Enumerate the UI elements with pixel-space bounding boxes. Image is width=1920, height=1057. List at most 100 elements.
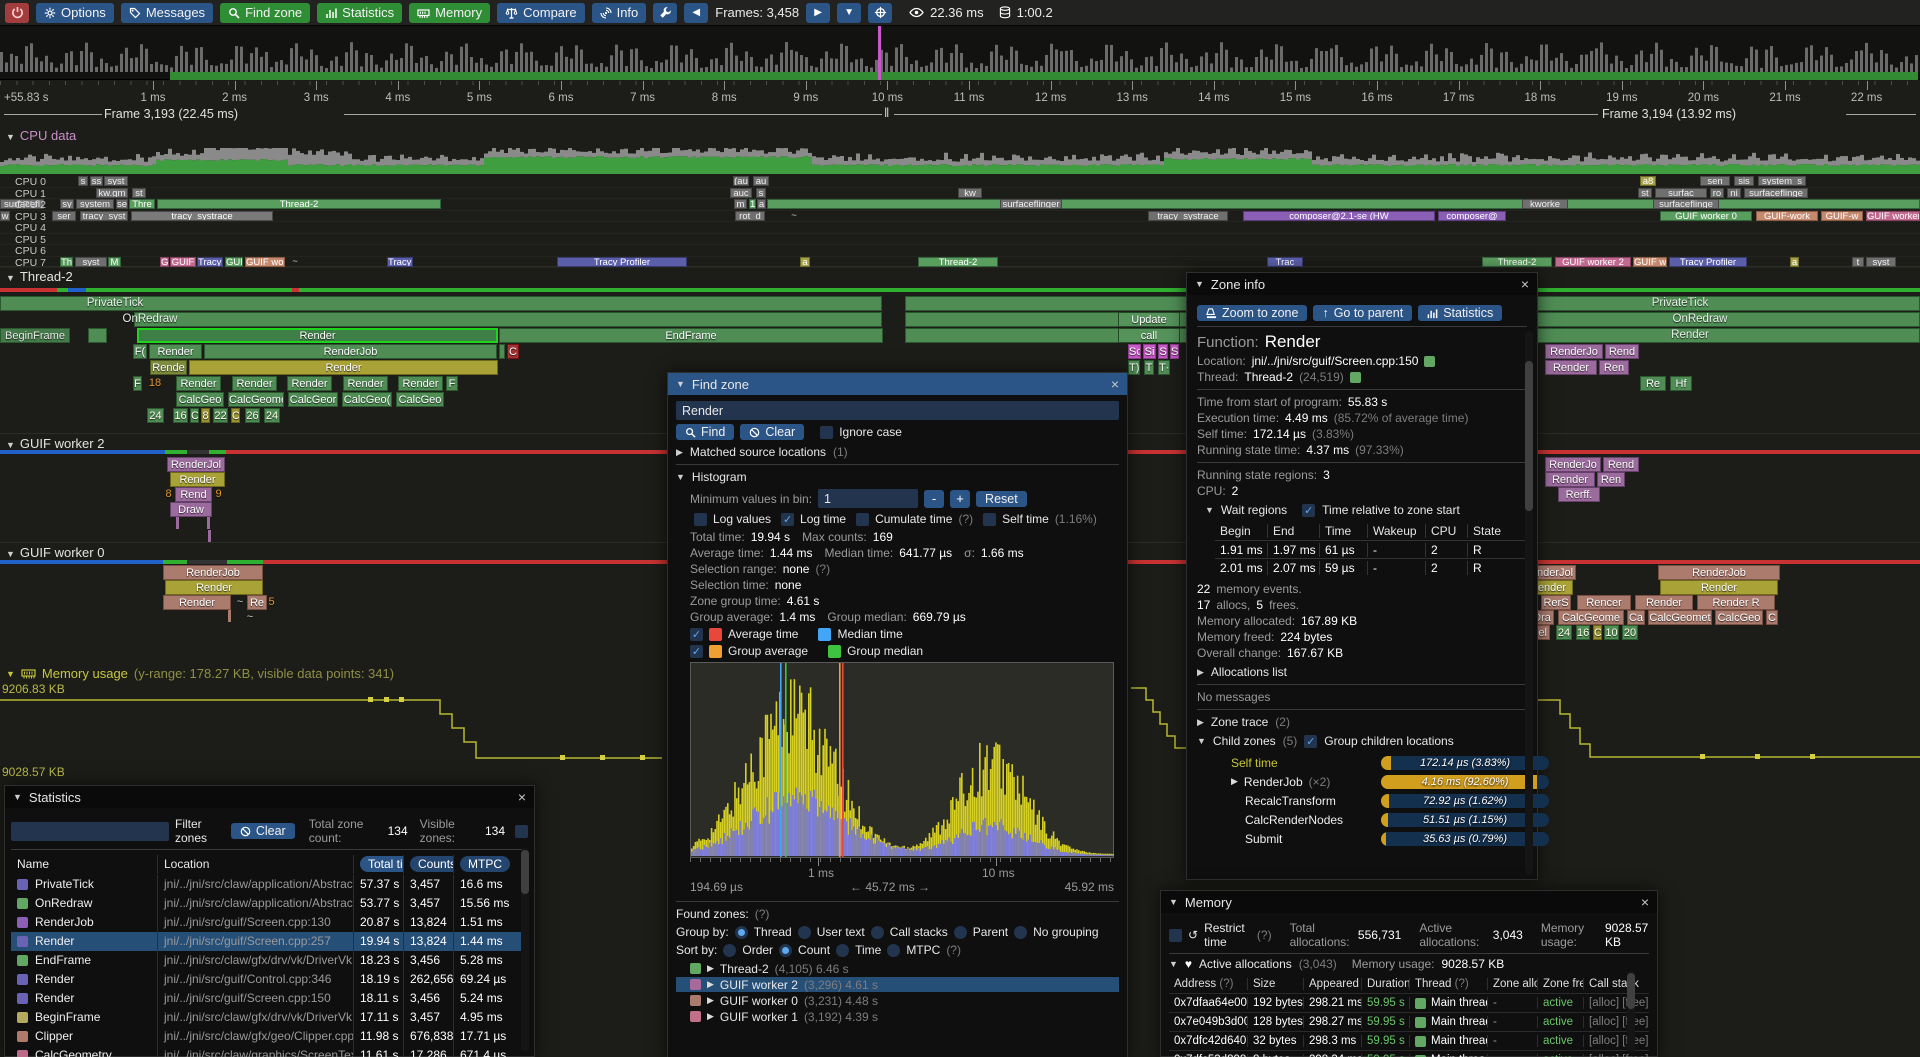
timeline-zone[interactable]: RenderJob (1658, 565, 1780, 580)
timeline-zone[interactable]: Render (1660, 580, 1778, 595)
timeline-zone[interactable]: CalcGeome (1558, 610, 1624, 625)
wait-col-header[interactable]: State (1467, 524, 1507, 538)
timeline-zone[interactable]: Rend (1603, 457, 1639, 472)
wait-table-row[interactable]: 2.01 ms2.07 ms59 µs-2R (1215, 558, 1527, 576)
timeline-zone[interactable]: 24 (1556, 625, 1572, 640)
cpu-zone[interactable]: a (800, 257, 810, 267)
cpu-zone[interactable]: ss (90, 176, 103, 186)
timeline-zone[interactable]: 18 (143, 376, 167, 391)
sort-by-option-count[interactable] (779, 944, 792, 957)
timeline-zone[interactable]: Rencer (1577, 595, 1631, 610)
timeline-zone[interactable]: Render (137, 328, 498, 343)
timeline-zone[interactable]: Draw (170, 502, 212, 517)
thread-section-header[interactable]: ▼GUIF worker 2 (6, 436, 104, 451)
power-button[interactable] (5, 3, 29, 23)
timeline-zone[interactable]: CalcGeo( (342, 392, 392, 407)
statistics-row[interactable]: PrivateTickjni/../jni/src/claw/applicati… (11, 875, 528, 894)
go-to-parent-button[interactable]: ↑Go to parent (1313, 305, 1412, 321)
expand-icon[interactable]: ▶ (1231, 776, 1238, 787)
timeline-zone[interactable]: 26 (245, 408, 260, 423)
cpu-zone[interactable]: Tracy ( (197, 257, 223, 267)
frame-overview-strip[interactable] (0, 26, 1920, 80)
timeline-zone[interactable]: C (231, 408, 240, 423)
allocation-row[interactable]: 0x7dfc42d64032 bytes298.3 ms59.95 sMain … (1169, 1031, 1649, 1050)
timeline-zone[interactable]: Render (170, 472, 225, 487)
statistics-row[interactable]: Clipperjni/../jni/src/claw/gfx/geo/Clipp… (11, 1027, 528, 1046)
timeline-zone[interactable]: 24 (264, 408, 280, 423)
goto-frame-button[interactable] (868, 3, 892, 23)
cpu-zone[interactable]: tracy_syst (80, 211, 128, 221)
timeline-zone[interactable]: CalcGeor (288, 392, 338, 407)
memory-usage-section[interactable]: ▼ Memory usage (y-range: 178.27 KB, visi… (6, 666, 394, 681)
timeline-zone[interactable]: ~ (242, 610, 258, 625)
child-time-bar[interactable]: 72.92 µs (1.62%) (1381, 794, 1549, 808)
child-zone-row[interactable]: RecalcTransform72.92 µs (1.62%) (1211, 791, 1527, 810)
memory-col-header[interactable]: Appeared at (1303, 978, 1361, 990)
legend-checkbox[interactable]: ✓ (690, 628, 703, 641)
sort-by-option-time[interactable] (836, 944, 849, 957)
statistics-row[interactable]: Renderjni/../jni/src/guif/Screen.cpp:150… (11, 989, 528, 1008)
timeline-zone[interactable]: Render (163, 595, 231, 610)
cpu-zone[interactable]: GUIF wor (245, 257, 285, 267)
timeline-zone[interactable]: Hf (1670, 376, 1692, 391)
timeline-zone[interactable]: Re (1640, 376, 1666, 391)
timeline-zone[interactable]: Render (1630, 328, 1750, 343)
wait-table-row[interactable]: 1.91 ms1.97 ms61 µs-2R (1215, 540, 1527, 558)
cpu-zone[interactable]: a (1790, 257, 1799, 267)
timeline-zone[interactable]: 10 (1604, 625, 1619, 640)
timeline-zone[interactable]: Render (287, 376, 332, 391)
timeline-zone[interactable]: RenderJo (1545, 457, 1601, 472)
timeline-zone[interactable] (499, 344, 505, 359)
timeline-zone[interactable]: Render (232, 376, 277, 391)
timeline-zone[interactable]: T· (1158, 360, 1170, 375)
cpu-zone[interactable]: composer@2.1-se (HW (1243, 211, 1435, 221)
time-relative-checkbox[interactable]: ✓ (1302, 504, 1315, 517)
found-zone-group[interactable]: ▶GUIF worker 0(3,231) 4.48 s (676, 993, 1119, 1008)
wait-regions-section[interactable]: ▼ Wait regions ✓ Time relative to zone s… (1205, 503, 1527, 517)
cumulate-time-checkbox[interactable] (856, 513, 869, 526)
ignore-case-checkbox[interactable] (820, 426, 833, 439)
cpu-zone[interactable]: GUIF worker 0 (1660, 211, 1752, 221)
group-by-option-user-text[interactable] (798, 926, 811, 939)
timeline-zone[interactable]: Render (1545, 360, 1597, 375)
histogram-section[interactable]: ▼ Histogram (676, 470, 1119, 484)
wait-col-header[interactable]: End (1267, 524, 1319, 538)
timeline-zone[interactable]: Rende (150, 360, 187, 375)
cpu-zone[interactable]: st (1638, 188, 1652, 198)
timeline-zone[interactable]: EndFrame (499, 328, 883, 343)
timeline-zone[interactable]: Re (247, 595, 267, 610)
cpu-zone[interactable]: Thread-2 (157, 199, 441, 209)
timeline-zone[interactable]: ~ (235, 595, 245, 610)
sort-by-option-order[interactable] (723, 944, 736, 957)
cpu-zone[interactable]: composer@ (1438, 211, 1506, 221)
statistics-row[interactable]: RenderJobjni/../jni/src/guif/Screen.cpp:… (11, 913, 528, 932)
cpu-zone[interactable]: Trac (1267, 257, 1303, 267)
cpu-zone[interactable]: rot_d (735, 211, 765, 221)
filter-zones-input[interactable] (11, 822, 169, 841)
scrollbar-thumb[interactable] (1627, 973, 1635, 1009)
col-total-time[interactable]: Total tim (353, 855, 403, 874)
cpu-zone[interactable]: syst (75, 257, 107, 267)
timeline-zone[interactable]: RenderJob (204, 344, 497, 359)
cpu-zone[interactable]: system (76, 199, 114, 209)
child-zone-row[interactable]: ▶RenderJob(×2)4.16 ms (92.60%) (1211, 772, 1527, 791)
timeline-zone[interactable]: Sc (1128, 344, 1141, 359)
group-by-option-parent[interactable] (954, 926, 967, 939)
timeline-zone[interactable]: 16 (173, 408, 188, 423)
thread-section-header[interactable]: ▼Thread-2 (6, 269, 73, 284)
allocation-row[interactable]: 0x7dfaa64e00192 bytes298.21 ms59.95 sMai… (1169, 993, 1649, 1012)
cpu-zone[interactable]: surfaceflinge (1653, 199, 1719, 209)
cpu-zone[interactable]: ~ (290, 257, 300, 267)
alloc-frame[interactable]: [alloc] (1589, 1035, 1622, 1047)
child-zone-row[interactable]: Submit35.63 µs (0.79%) (1211, 829, 1527, 848)
timeline-zone[interactable]: F (133, 376, 142, 391)
min-values-input[interactable] (818, 489, 918, 508)
timeline-zone[interactable]: CalcGeo (396, 392, 444, 407)
cpu-zone[interactable]: G (160, 257, 169, 267)
decrement-button[interactable]: - (924, 490, 944, 508)
legend-checkbox[interactable]: ✓ (690, 645, 703, 658)
close-icon[interactable]: × (1521, 277, 1529, 291)
timeline-zone[interactable]: RenderJol (167, 457, 225, 472)
timeline-zone[interactable] (176, 517, 179, 529)
timeline-zone[interactable]: 22 (213, 408, 228, 423)
